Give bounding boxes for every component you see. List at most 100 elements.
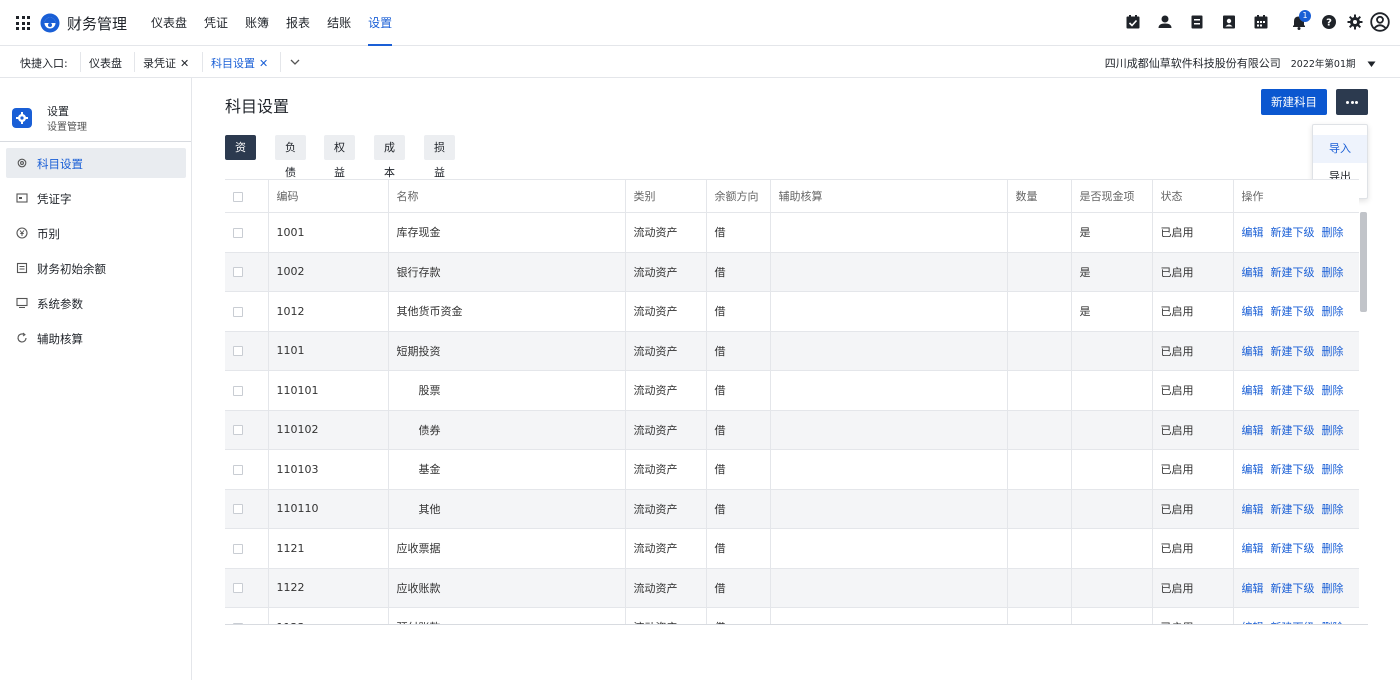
row-select[interactable] — [225, 291, 269, 332]
edit-link[interactable]: 编辑 — [1242, 503, 1264, 516]
sidebar-item-currency[interactable]: 币别 — [6, 218, 186, 248]
sidebar-item-system-params[interactable]: 系统参数 — [6, 288, 186, 318]
tab-liabilities[interactable]: 负债 — [275, 135, 306, 179]
sidebar-item-account-settings[interactable]: 科目设置 — [6, 148, 186, 178]
checkbox[interactable] — [233, 464, 243, 475]
table-row: 1121 应收票据 流动资产借 已启用 编辑 新建下级 删除 — [225, 528, 1359, 569]
nav-dashboard[interactable]: 仪表盘 — [151, 0, 187, 46]
row-select[interactable] — [225, 607, 269, 624]
checkbox[interactable] — [233, 543, 243, 554]
add-child-link[interactable]: 新建下级 — [1271, 305, 1315, 318]
edit-link[interactable]: 编辑 — [1242, 226, 1264, 239]
checkbox[interactable] — [233, 306, 243, 317]
delete-link[interactable]: 删除 — [1322, 266, 1344, 279]
row-select[interactable] — [225, 410, 269, 450]
avatar-icon[interactable] — [1370, 12, 1390, 32]
row-select[interactable] — [225, 252, 269, 292]
row-select[interactable] — [225, 449, 269, 490]
add-child-link[interactable]: 新建下级 — [1271, 542, 1315, 555]
edit-link[interactable]: 编辑 — [1242, 266, 1264, 279]
chevron-down-icon[interactable] — [290, 58, 300, 66]
sidebar-item-aux-accounting[interactable]: 辅助核算 — [6, 323, 186, 353]
checkbox[interactable] — [233, 622, 243, 624]
edit-link[interactable]: 编辑 — [1242, 463, 1264, 476]
table-scrollbar[interactable] — [1360, 212, 1367, 312]
sidebar-item-label: 凭证字 — [37, 192, 72, 206]
delete-link[interactable]: 删除 — [1322, 463, 1344, 476]
nav-closing[interactable]: 结账 — [327, 0, 351, 46]
quick-tab-account-settings[interactable]: 科目设置 ✕ — [211, 55, 268, 71]
add-child-link[interactable]: 新建下级 — [1271, 384, 1315, 397]
tab-assets[interactable]: 资产 — [225, 135, 256, 179]
checkbox[interactable] — [233, 346, 243, 357]
checkbox[interactable] — [233, 425, 243, 436]
app-grid-icon[interactable] — [16, 16, 30, 30]
nav-voucher[interactable]: 凭证 — [204, 0, 228, 46]
tab-profit-loss[interactable]: 损益 — [424, 135, 455, 179]
delete-link[interactable]: 删除 — [1322, 542, 1344, 555]
table-row: 1002 银行存款 流动资产借 是已启用 编辑 新建下级 删除 — [225, 252, 1359, 292]
accounts-table-container[interactable]: 编码 名称 类别 余额方向 辅助核算 数量 是否现金项 状态 操作 1001 库存… — [225, 179, 1368, 625]
edit-link[interactable]: 编辑 — [1242, 424, 1264, 437]
checkbox[interactable] — [233, 191, 243, 202]
add-child-link[interactable]: 新建下级 — [1271, 621, 1315, 624]
nav-ledger[interactable]: 账簿 — [245, 0, 269, 46]
row-select[interactable] — [225, 212, 269, 253]
add-child-link[interactable]: 新建下级 — [1271, 424, 1315, 437]
checkbox[interactable] — [233, 583, 243, 594]
checkbox[interactable] — [233, 385, 243, 396]
checkbox[interactable] — [233, 267, 243, 278]
cell-category: 流动资产 — [625, 370, 707, 411]
quick-tab-voucher-entry[interactable]: 录凭证 ✕ — [143, 55, 189, 71]
row-select[interactable] — [225, 528, 269, 569]
delete-link[interactable]: 删除 — [1322, 503, 1344, 516]
quick-tab-dashboard[interactable]: 仪表盘 — [89, 55, 122, 71]
user-icon[interactable] — [1157, 14, 1173, 30]
add-child-link[interactable]: 新建下级 — [1271, 582, 1315, 595]
delete-link[interactable]: 删除 — [1322, 384, 1344, 397]
row-select[interactable] — [225, 370, 269, 411]
calendar-icon[interactable] — [1253, 14, 1269, 30]
close-icon[interactable]: ✕ — [259, 57, 268, 70]
cell-aux — [770, 410, 1008, 450]
add-child-link[interactable]: 新建下级 — [1271, 226, 1315, 239]
nav-settings[interactable]: 设置 — [368, 0, 393, 46]
row-select[interactable] — [225, 489, 269, 529]
delete-link[interactable]: 删除 — [1322, 582, 1344, 595]
menu-item-import[interactable]: 导入 — [1313, 135, 1367, 163]
add-child-link[interactable]: 新建下级 — [1271, 463, 1315, 476]
new-account-button[interactable]: 新建科目 — [1261, 89, 1327, 115]
row-select[interactable] — [225, 568, 269, 608]
tab-cost[interactable]: 成本 — [374, 135, 405, 179]
edit-link[interactable]: 编辑 — [1242, 305, 1264, 318]
edit-link[interactable]: 编辑 — [1242, 345, 1264, 358]
delete-link[interactable]: 删除 — [1322, 345, 1344, 358]
row-select[interactable] — [225, 331, 269, 371]
edit-link[interactable]: 编辑 — [1242, 582, 1264, 595]
delete-link[interactable]: 删除 — [1322, 226, 1344, 239]
tab-equity[interactable]: 权益 — [324, 135, 355, 179]
delete-link[interactable]: 删除 — [1322, 424, 1344, 437]
task-check-icon[interactable] — [1125, 14, 1141, 30]
delete-link[interactable]: 删除 — [1322, 305, 1344, 318]
delete-link[interactable]: 删除 — [1322, 621, 1344, 624]
more-options-button[interactable] — [1336, 89, 1368, 115]
close-icon[interactable]: ✕ — [180, 57, 189, 70]
checkbox[interactable] — [233, 227, 243, 238]
nav-reports[interactable]: 报表 — [286, 0, 310, 46]
add-child-link[interactable]: 新建下级 — [1271, 266, 1315, 279]
help-icon[interactable]: ? — [1321, 14, 1337, 30]
add-child-link[interactable]: 新建下级 — [1271, 345, 1315, 358]
header-select-all[interactable] — [225, 179, 269, 213]
gear-icon[interactable] — [1347, 14, 1363, 30]
checkbox[interactable] — [233, 504, 243, 515]
list-doc-icon[interactable] — [1189, 14, 1205, 30]
edit-link[interactable]: 编辑 — [1242, 384, 1264, 397]
edit-link[interactable]: 编辑 — [1242, 621, 1264, 624]
contacts-icon[interactable] — [1221, 14, 1237, 30]
sidebar-item-initial-balance[interactable]: 财务初始余额 — [6, 253, 186, 283]
sidebar-item-voucher-word[interactable]: 凭证字 — [6, 183, 186, 213]
edit-link[interactable]: 编辑 — [1242, 542, 1264, 555]
company-period-selector[interactable]: 四川成都仙草软件科技股份有限公司 2022年第01期 — [1105, 55, 1376, 71]
add-child-link[interactable]: 新建下级 — [1271, 503, 1315, 516]
